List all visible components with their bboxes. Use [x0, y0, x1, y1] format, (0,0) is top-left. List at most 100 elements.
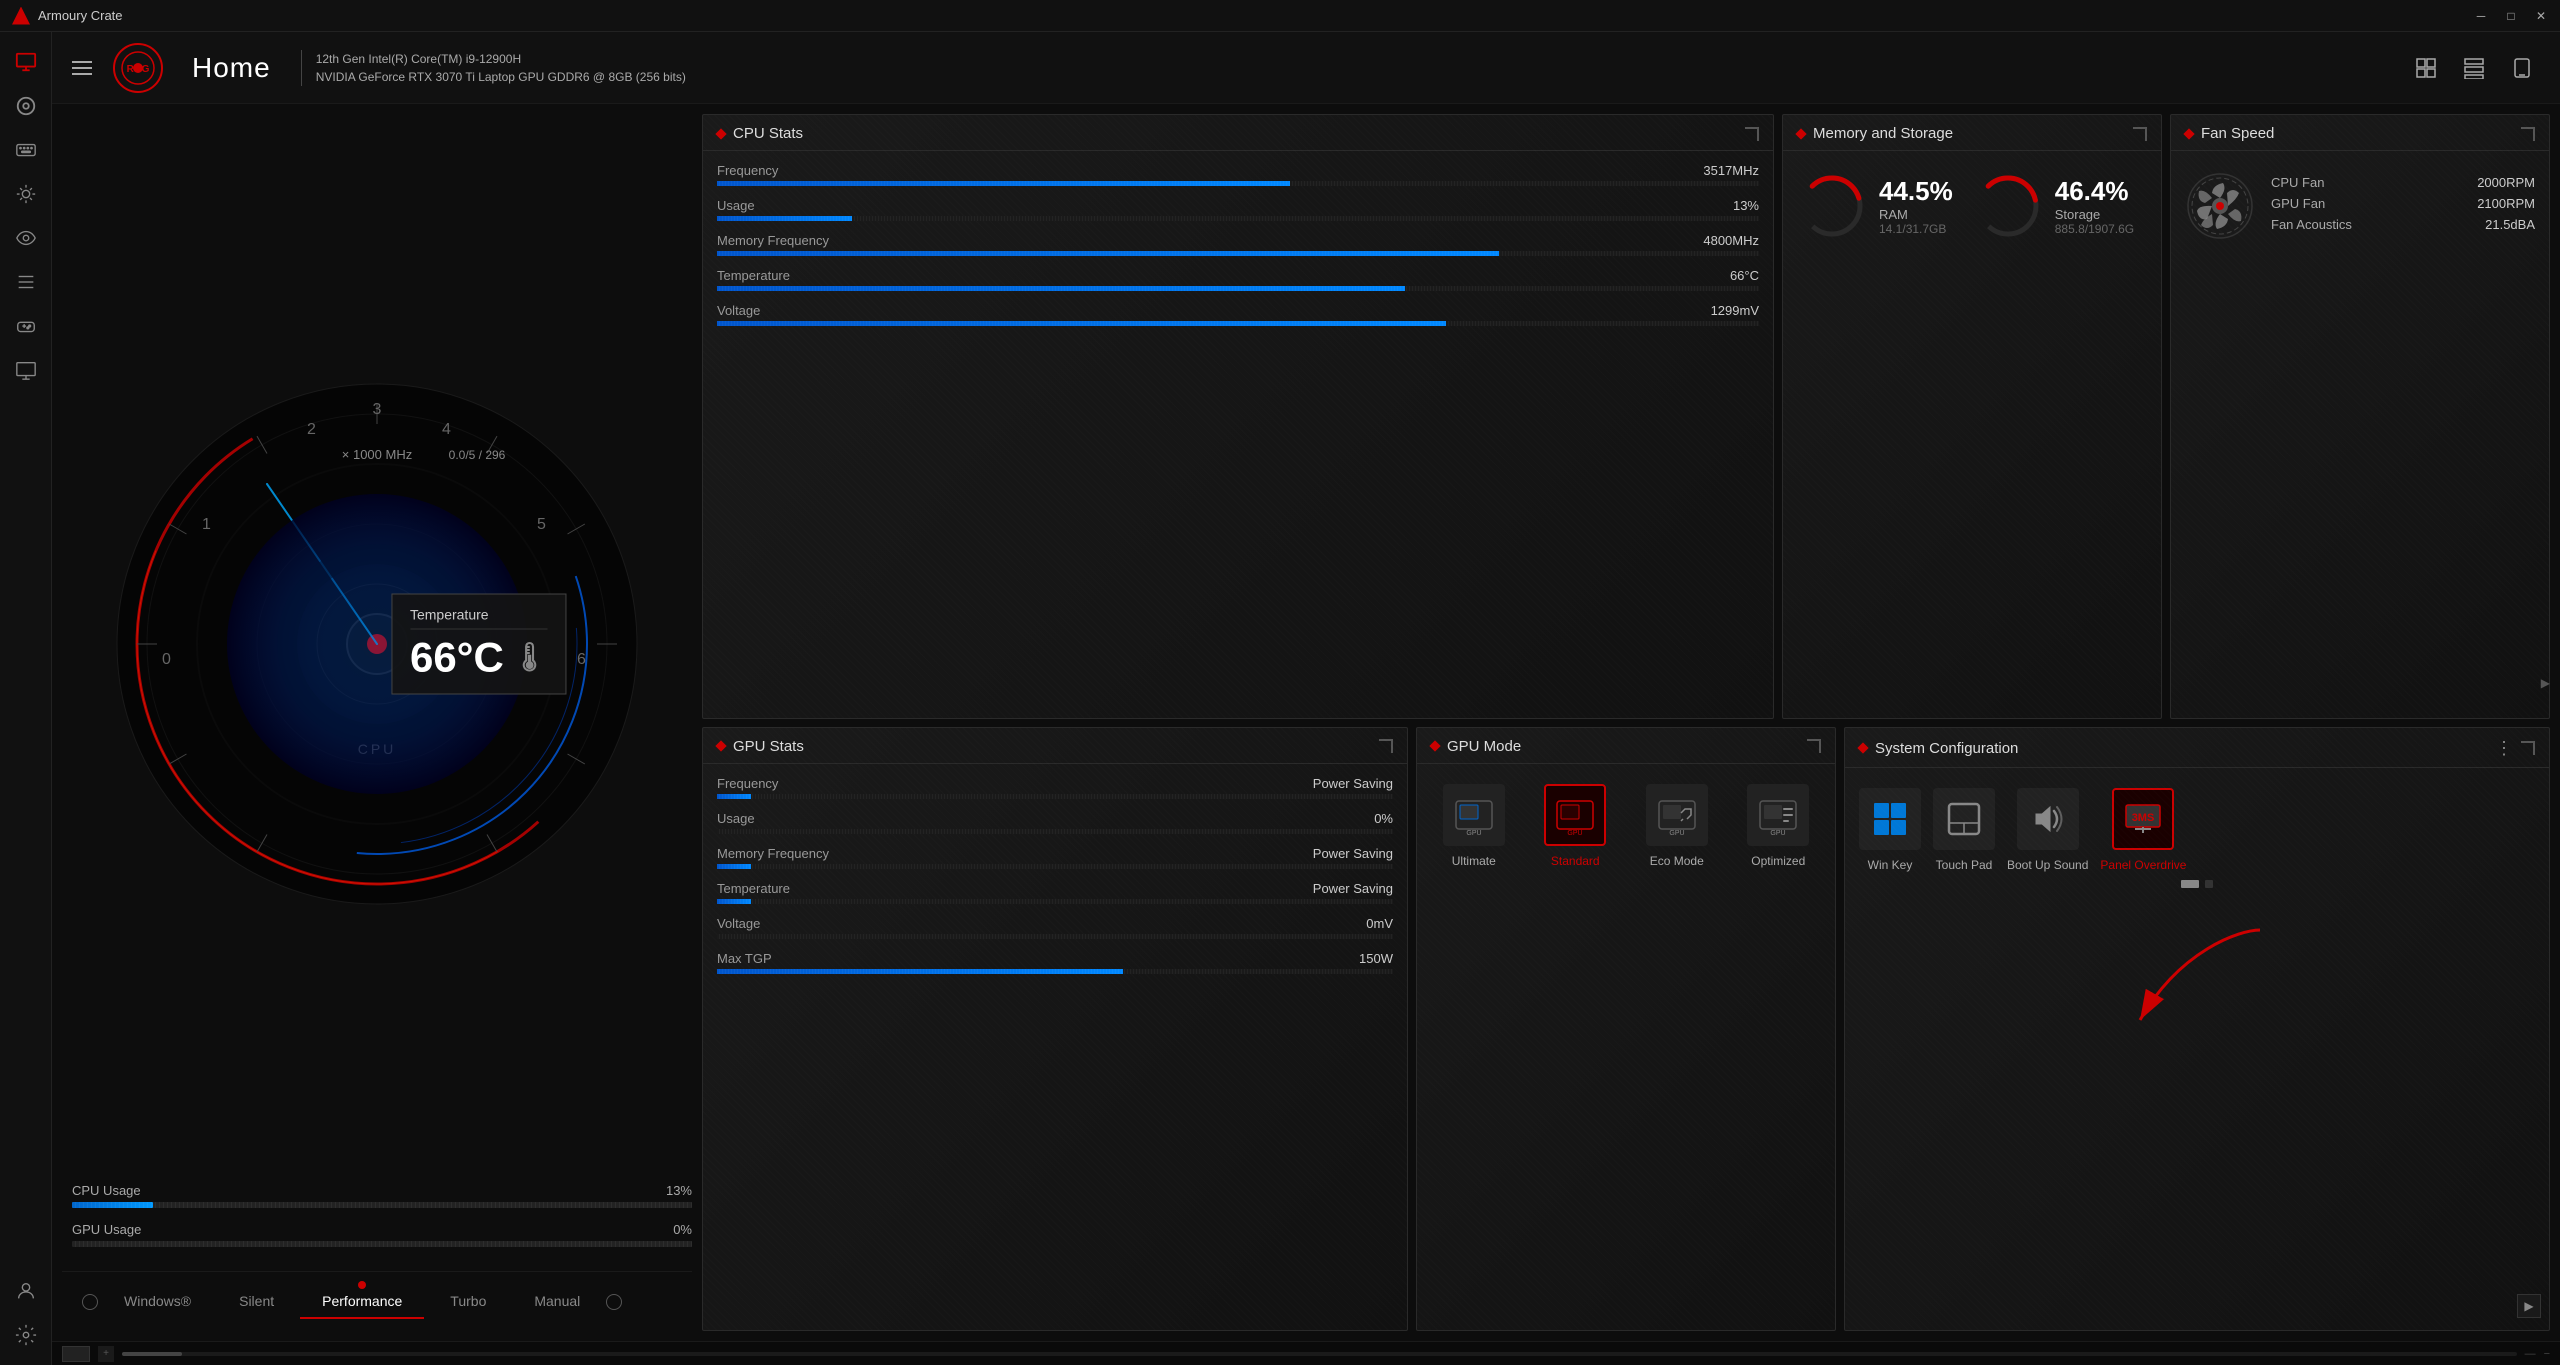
svg-text:5: 5: [537, 516, 546, 533]
sidebar-item-settings[interactable]: [6, 1315, 46, 1355]
rog-logo-icon: ROG: [112, 42, 164, 94]
optimized-icon: GPU: [1747, 784, 1809, 846]
gpu-stats-expand[interactable]: [1379, 739, 1393, 753]
close-button[interactable]: ✕: [2534, 9, 2548, 23]
sys-config-next[interactable]: ▶: [2517, 1294, 2541, 1318]
cpu-stats-title: CPU Stats: [717, 125, 803, 142]
gpu-usage-stat-bar: [717, 829, 1393, 834]
gpu-mode-title: GPU Mode: [1431, 738, 1521, 755]
plus-icon[interactable]: +: [98, 1346, 114, 1362]
cpu-voltage-row: Voltage 1299mV: [717, 303, 1759, 326]
tab-performance[interactable]: Performance: [300, 1285, 424, 1319]
gpu-mem-freq-bar: [717, 864, 1393, 869]
cpu-usage-stat-bar: [717, 216, 1759, 221]
svg-text:2: 2: [307, 421, 316, 438]
tab-radio-left[interactable]: [82, 1294, 98, 1310]
ultimate-icon: GPU: [1443, 784, 1505, 846]
gpu-mode-expand[interactable]: [1807, 739, 1821, 753]
tab-turbo[interactable]: Turbo: [428, 1285, 508, 1319]
gpu-usage-stat-row: Usage 0%: [717, 811, 1393, 834]
gpu-usage-value: 0%: [673, 1222, 692, 1237]
titlebar-controls: ─ □ ✕: [2474, 9, 2548, 23]
tab-windows[interactable]: Windows®: [102, 1285, 213, 1319]
title-diamond-icon-syscfg: [1857, 742, 1868, 753]
minimize-button[interactable]: ─: [2474, 9, 2488, 23]
gpu-mode-ultimate[interactable]: GPU Ultimate: [1443, 784, 1505, 868]
gpu-mode-eco[interactable]: GPU Eco Mode: [1646, 784, 1708, 868]
fan-speed-title: Fan Speed: [2185, 125, 2274, 142]
layout-grid-button[interactable]: [2408, 50, 2444, 86]
panels-top-row: CPU Stats Frequency 3517MHz: [702, 114, 2550, 719]
cpu-frequency-row: Frequency 3517MHz: [717, 163, 1759, 186]
fan-speed-expand[interactable]: [2521, 127, 2535, 141]
memory-storage-header: Memory and Storage: [1783, 115, 2161, 151]
temp-value: 66°C 🌡: [410, 633, 547, 681]
svg-text:3: 3: [373, 401, 382, 418]
sidebar-item-keyboard[interactable]: [6, 130, 46, 170]
right-panels: CPU Stats Frequency 3517MHz: [702, 114, 2550, 1331]
gpu-mode-standard[interactable]: GPU Standard: [1544, 784, 1606, 868]
sys-item-panel-overdrive[interactable]: 3MS Panel Overdrive: [2100, 788, 2186, 872]
gpu-usage-row: GPU Usage 0%: [72, 1222, 692, 1247]
device-icon-button[interactable]: [2504, 50, 2540, 86]
svg-text:0.0/5 / 296: 0.0/5 / 296: [449, 448, 506, 462]
winkey-icon: [1859, 788, 1921, 850]
sys-item-winkey[interactable]: Win Key: [1859, 788, 1921, 872]
tab-radio-right[interactable]: [606, 1294, 622, 1310]
gauge-container: 0 1 2 3 4 5 6 × 1000 MHz CPU: [62, 114, 692, 1173]
memory-storage-body: 44.5% RAM 14.1/31.7GB: [1783, 151, 2161, 261]
gpu-bar-dots: [72, 1241, 692, 1247]
layout-list-button[interactable]: [2456, 50, 2492, 86]
sidebar-item-gamepad[interactable]: [6, 306, 46, 346]
minus-icon[interactable]: −: [2544, 1348, 2550, 1360]
sys-item-bootsound[interactable]: Boot Up Sound: [2007, 788, 2088, 872]
title-diamond-icon-gpu: [715, 740, 726, 751]
gpu-mode-optimized[interactable]: GPU Optimized: [1747, 784, 1809, 868]
storage-circular-gauge: [1973, 171, 2043, 241]
gpu-frequency-row: Frequency Power Saving: [717, 776, 1393, 799]
svg-text:× 1000 MHz: × 1000 MHz: [342, 447, 412, 462]
sys-item-touchpad[interactable]: Touch Pad: [1933, 788, 1995, 872]
left-panel: 0 1 2 3 4 5 6 × 1000 MHz CPU: [62, 114, 692, 1331]
cpu-stats-expand[interactable]: [1745, 127, 1759, 141]
svg-text:1: 1: [202, 516, 211, 533]
header-logo: ROG: [72, 42, 164, 94]
right-scroll-indicator: ▶: [2541, 676, 2550, 690]
sidebar-item-monitor[interactable]: [6, 350, 46, 390]
titlebar: Armoury Crate ─ □ ✕: [0, 0, 2560, 32]
sidebar-item-gamevisual[interactable]: [6, 218, 46, 258]
sidebar: [0, 32, 52, 1365]
sys-config-title: System Configuration: [1859, 740, 2018, 757]
storage-gauge: 46.4% Storage 885.8/1907.6G: [1973, 171, 2134, 241]
gpu-mem-freq-row: Memory Frequency Power Saving: [717, 846, 1393, 869]
sidebar-item-aura[interactable]: [6, 174, 46, 214]
hamburger-menu[interactable]: [72, 61, 92, 75]
sys-config-items: Win Key Touch Pad: [1859, 780, 2535, 880]
sidebar-item-user[interactable]: [6, 1271, 46, 1311]
memory-storage-expand[interactable]: [2133, 127, 2147, 141]
cpu-usage-bar: [72, 1202, 692, 1208]
app-logo: [12, 7, 30, 25]
sys-config-menu[interactable]: ⋮: [2495, 738, 2513, 759]
fan-speed-header: Fan Speed: [2171, 115, 2549, 151]
cpu-fan-row: CPU Fan 2000RPM: [2271, 175, 2535, 190]
touchpad-icon: [1933, 788, 1995, 850]
gpu-usage-label: GPU Usage: [72, 1222, 141, 1237]
sidebar-item-tools[interactable]: [6, 262, 46, 302]
sys-config-expand[interactable]: [2521, 741, 2535, 755]
gpu-stats-title: GPU Stats: [717, 738, 804, 755]
cpu-gauge: 0 1 2 3 4 5 6 × 1000 MHz CPU: [87, 354, 667, 934]
tab-manual[interactable]: Manual: [512, 1285, 602, 1319]
cpu-usage-stat-row: Usage 13%: [717, 198, 1759, 221]
horizontal-scrollbar[interactable]: [122, 1352, 2517, 1356]
title-diamond-icon-mem: [1795, 128, 1806, 139]
maximize-button[interactable]: □: [2504, 9, 2518, 23]
app-title: Armoury Crate: [38, 8, 123, 23]
sidebar-item-circle[interactable]: [6, 86, 46, 126]
gpu-freq-bar: [717, 794, 1393, 799]
gpu-temp-bar: [717, 899, 1393, 904]
sidebar-item-home[interactable]: [6, 42, 46, 82]
tab-silent[interactable]: Silent: [217, 1285, 296, 1319]
gpu-tgp-bar: [717, 969, 1393, 974]
pagination-dot-1: [2181, 880, 2199, 888]
